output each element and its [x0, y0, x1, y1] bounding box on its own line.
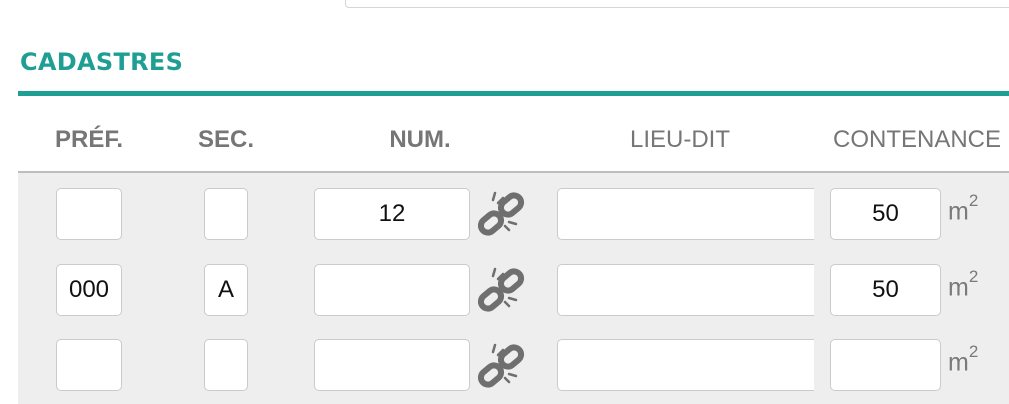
num-input[interactable]	[314, 339, 470, 391]
contenance-input[interactable]: 50	[830, 264, 941, 316]
sec-input[interactable]	[204, 339, 248, 391]
column-header-pref: PRÉF.	[54, 126, 124, 153]
column-header-num: NUM.	[389, 126, 451, 153]
table-header: PRÉF. SEC. NUM. LIEU-DIT CONTENANCE	[0, 96, 1009, 172]
unit-label: m2	[948, 267, 979, 302]
lieu-dit-input[interactable]	[557, 188, 814, 240]
pref-input[interactable]: 000	[56, 264, 122, 316]
unit-label: m2	[948, 342, 979, 377]
pref-input[interactable]	[56, 339, 122, 391]
previous-field[interactable]	[345, 0, 1009, 8]
sec-input[interactable]: A	[204, 264, 248, 316]
pref-input[interactable]	[56, 188, 122, 240]
broken-link-icon[interactable]	[476, 189, 526, 239]
unit-label: m2	[948, 191, 979, 226]
broken-link-icon[interactable]	[476, 341, 526, 391]
column-header-contenance: CONTENANCE	[832, 126, 1002, 153]
contenance-input[interactable]	[830, 339, 941, 391]
num-input[interactable]	[314, 264, 470, 316]
lieu-dit-input[interactable]	[557, 264, 814, 316]
broken-link-icon[interactable]	[476, 265, 526, 315]
section-title: CADASTRES	[20, 48, 184, 76]
lieu-dit-input[interactable]	[557, 339, 814, 391]
contenance-input[interactable]: 50	[830, 188, 941, 240]
column-header-lieu-dit: LIEU-DIT	[629, 126, 731, 153]
cadastres-panel: CADASTRES PRÉF. SEC. NUM. LIEU-DIT CONTE…	[0, 0, 1009, 404]
column-header-sec: SEC.	[197, 126, 255, 153]
sec-input[interactable]	[204, 188, 248, 240]
num-input[interactable]: 12	[314, 188, 470, 240]
